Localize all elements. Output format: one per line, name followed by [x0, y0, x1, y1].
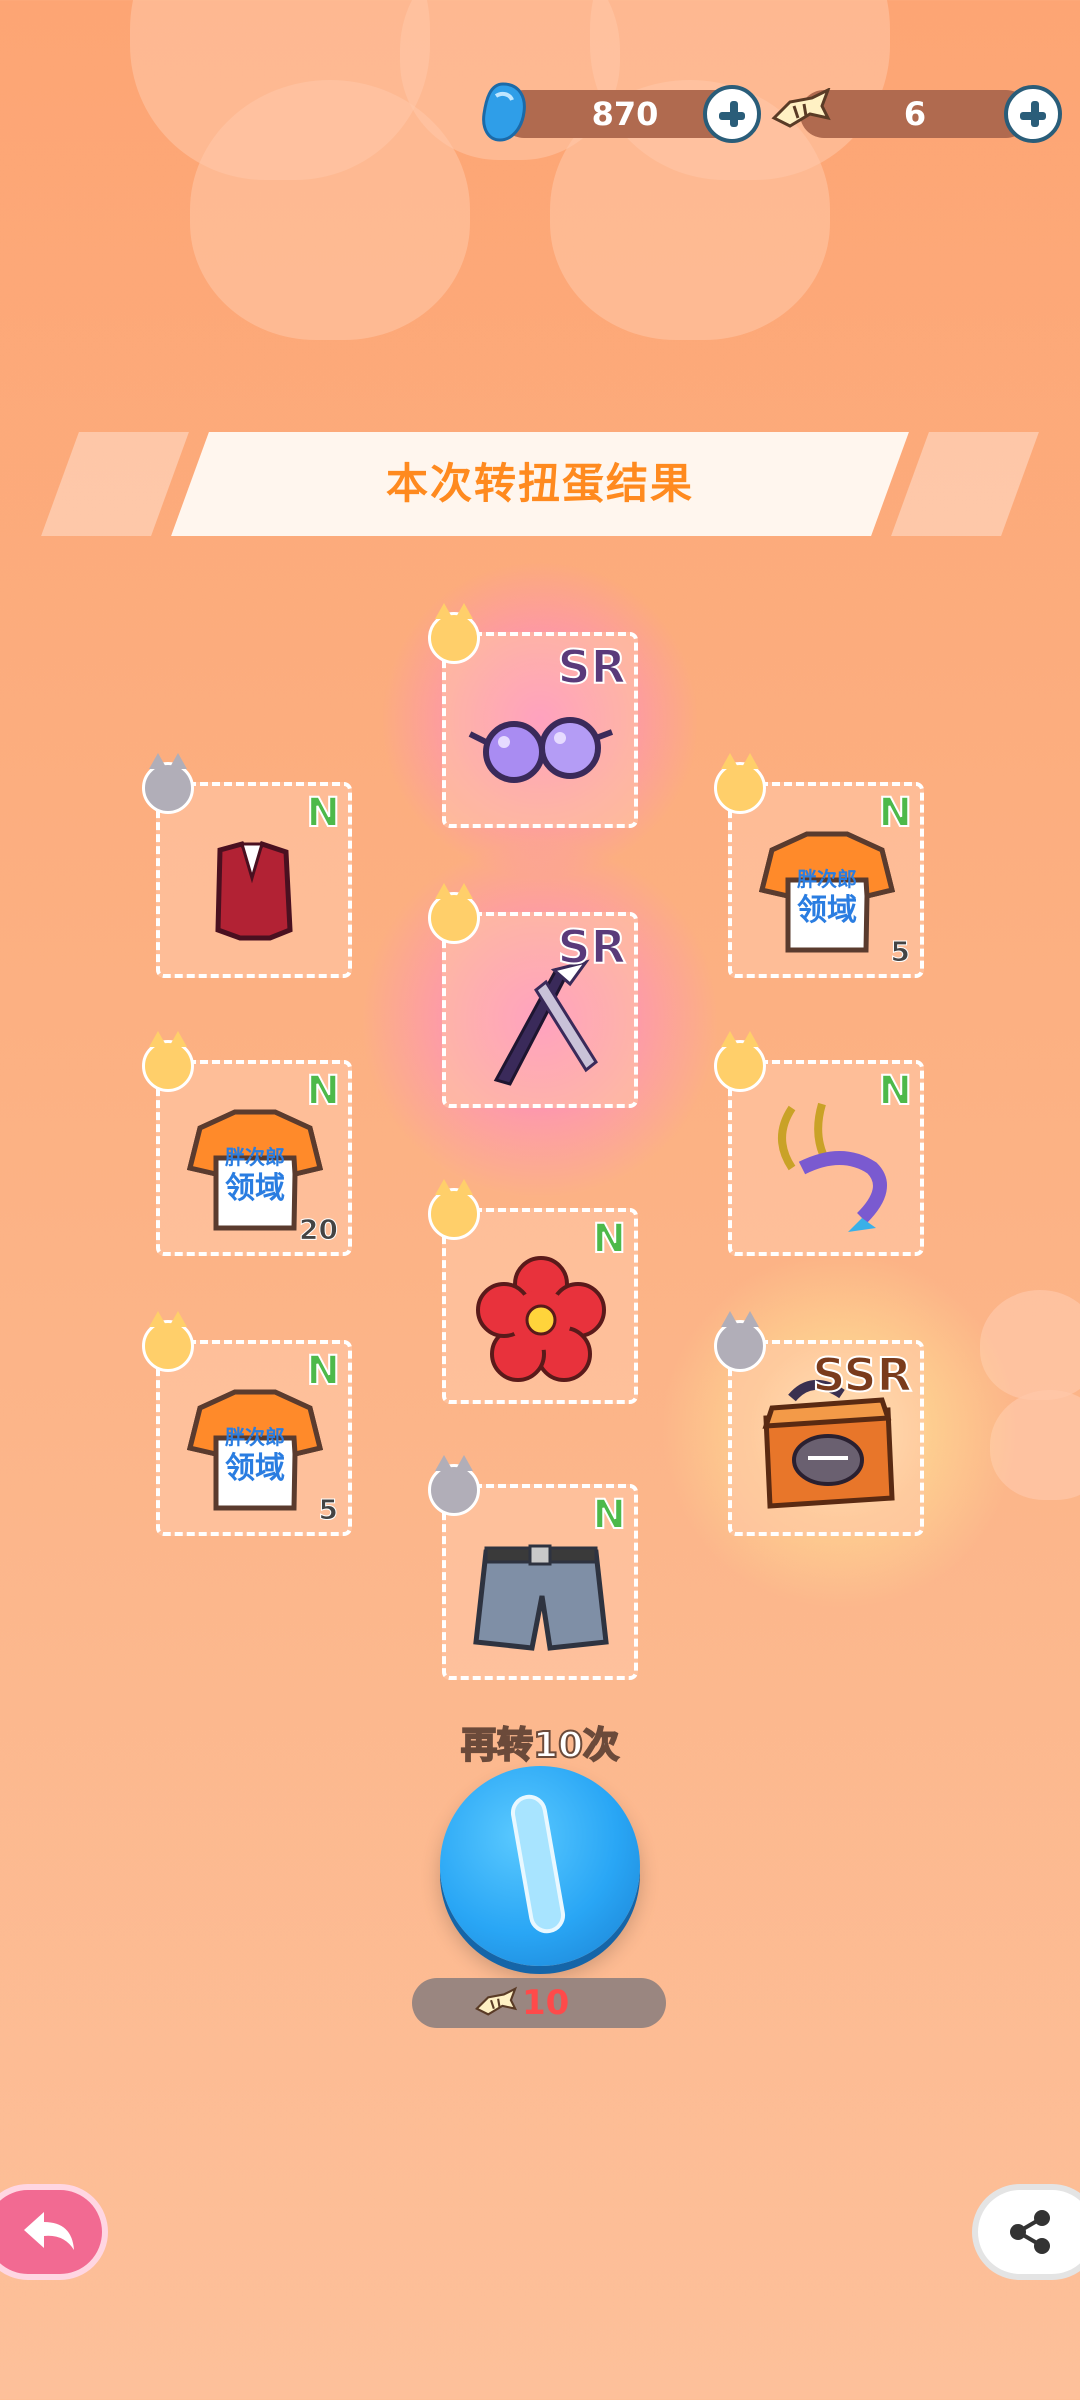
add-ticket-button[interactable]	[1004, 85, 1062, 143]
back-button[interactable]	[0, 2184, 108, 2280]
spin-cost-value: 10	[522, 1983, 570, 2023]
ticket-count: 6	[903, 95, 927, 133]
grey-cat-avatar	[714, 1311, 766, 1372]
result-card[interactable]: 胖次郎 领域 N 20	[142, 1031, 352, 1256]
rarity-badge: SR	[556, 919, 627, 975]
result-card[interactable]: N	[428, 1455, 638, 1680]
add-gem-button[interactable]	[703, 85, 761, 143]
item-count: 5	[318, 1493, 339, 1527]
page-title: 本次转扭蛋结果	[385, 459, 694, 508]
orange-cat-avatar	[714, 753, 766, 814]
orange-cat-avatar	[428, 603, 480, 664]
result-card[interactable]: N	[428, 1179, 638, 1404]
orange-cat-avatar	[428, 883, 480, 944]
result-banner: 本次转扭蛋结果	[0, 432, 1080, 536]
red-flower-icon	[476, 1256, 606, 1382]
orange-tshirt-icon: 胖次郎 领域	[186, 1389, 324, 1511]
rarity-badge: N	[306, 1347, 342, 1395]
rarity-badge: N	[878, 789, 914, 837]
item-count: 20	[299, 1213, 339, 1247]
result-card[interactable]: SR	[428, 603, 638, 828]
result-card[interactable]: SR	[428, 883, 638, 1108]
tshirt-print-line1: 胖次郎	[796, 867, 857, 891]
orange-cat-avatar	[142, 1311, 194, 1372]
tshirt-print-line1: 胖次郎	[224, 1145, 285, 1169]
rarity-badge: N	[306, 789, 342, 837]
result-card[interactable]: SSR	[714, 1311, 924, 1536]
rarity-badge: N	[592, 1215, 628, 1263]
orange-cat-avatar	[428, 1179, 480, 1240]
grey-cat-avatar	[142, 753, 194, 814]
orange-cat-avatar	[714, 1031, 766, 1092]
result-card[interactable]: N	[142, 753, 352, 978]
share-icon	[1010, 2210, 1050, 2254]
result-card[interactable]: 胖次郎 领域 N 5	[714, 753, 924, 978]
rarity-badge: SSR	[811, 1347, 913, 1403]
result-card[interactable]: 胖次郎 领域 N 5	[142, 1311, 352, 1536]
orange-cat-avatar	[142, 1031, 194, 1092]
capsule-handle-icon	[508, 1791, 568, 1937]
tshirt-print-line2: 领域	[225, 1451, 285, 1486]
rarity-badge: SR	[556, 639, 627, 695]
rarity-badge: N	[592, 1491, 628, 1539]
tshirt-print-line2: 领域	[225, 1171, 285, 1206]
orange-tshirt-icon: 胖次郎 领域	[758, 831, 896, 953]
spin-again-label: 再转10次	[460, 1724, 620, 1767]
fish-ticket-icon	[770, 86, 832, 132]
horn-tail-accessory-icon	[778, 1102, 887, 1232]
share-button[interactable]	[972, 2184, 1080, 2280]
rarity-badge: N	[306, 1067, 342, 1115]
tshirt-print-line1: 胖次郎	[224, 1425, 285, 1449]
spin-again-button[interactable]	[440, 1766, 640, 1966]
back-arrow-icon	[24, 2212, 74, 2250]
blue-gem-icon	[476, 80, 530, 144]
result-card[interactable]: N	[714, 1031, 924, 1256]
ticket-counter: 6	[800, 90, 1030, 138]
red-vest-icon	[215, 841, 293, 941]
tshirt-print-line2: 领域	[797, 893, 857, 928]
fish-ticket-icon	[475, 1986, 518, 2016]
rarity-badge: N	[878, 1067, 914, 1115]
background-flower-top	[130, 0, 890, 440]
item-count: 5	[890, 935, 911, 969]
grey-cat-avatar	[428, 1455, 480, 1516]
denim-shorts-icon	[473, 1544, 609, 1651]
spin-cost: 10	[412, 1978, 666, 2028]
